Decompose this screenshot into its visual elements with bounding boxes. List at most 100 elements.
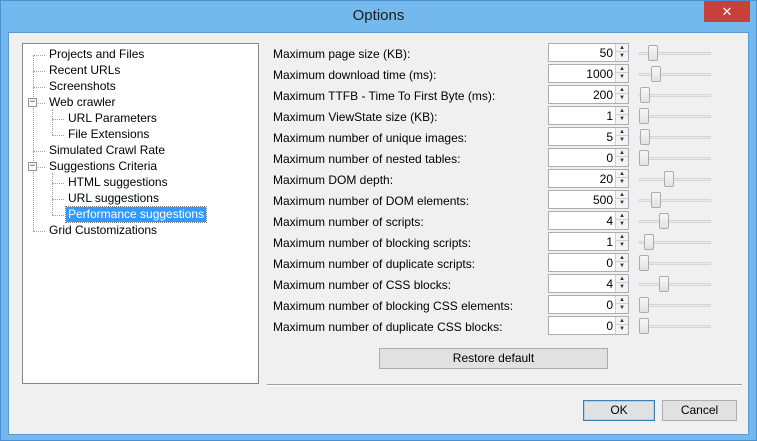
setting-slider[interactable]: [639, 108, 711, 124]
setting-spinbox[interactable]: 4 ▲ ▼: [548, 211, 629, 230]
spin-down-icon[interactable]: ▼: [616, 283, 628, 291]
spin-down-icon[interactable]: ▼: [616, 115, 628, 123]
slider-thumb[interactable]: [659, 213, 669, 229]
spin-down-icon[interactable]: ▼: [616, 94, 628, 102]
spin-up-icon[interactable]: ▲: [616, 191, 628, 199]
tree-item[interactable]: Simulated Crawl Rate: [47, 143, 167, 158]
spin-up-icon[interactable]: ▲: [616, 275, 628, 283]
tree-expander-icon[interactable]: −: [28, 98, 37, 107]
setting-slider[interactable]: [639, 87, 711, 103]
tree-item[interactable]: Suggestions Criteria: [47, 159, 159, 174]
spin-down-icon[interactable]: ▼: [616, 262, 628, 270]
slider-thumb[interactable]: [640, 129, 650, 145]
setting-slider[interactable]: [639, 129, 711, 145]
spin-up-icon[interactable]: ▲: [616, 107, 628, 115]
slider-thumb[interactable]: [639, 108, 649, 124]
slider-thumb[interactable]: [659, 276, 669, 292]
setting-value[interactable]: 500: [593, 193, 613, 207]
spin-up-icon[interactable]: ▲: [616, 212, 628, 220]
setting-slider[interactable]: [639, 213, 711, 229]
setting-spinbox[interactable]: 0 ▲ ▼: [548, 295, 629, 314]
tree-item[interactable]: HTML suggestions: [66, 175, 170, 190]
slider-thumb[interactable]: [640, 87, 650, 103]
setting-spinbox[interactable]: 0 ▲ ▼: [548, 253, 629, 272]
setting-spinbox[interactable]: 20 ▲ ▼: [548, 169, 629, 188]
spin-down-icon[interactable]: ▼: [616, 73, 628, 81]
tree-item[interactable]: Grid Customizations: [47, 223, 159, 238]
setting-value[interactable]: 0: [606, 298, 613, 312]
setting-value[interactable]: 5: [606, 130, 613, 144]
slider-thumb[interactable]: [639, 318, 649, 334]
setting-value[interactable]: 50: [600, 46, 613, 60]
slider-thumb[interactable]: [664, 171, 674, 187]
tree-item[interactable]: URL Parameters: [66, 111, 159, 126]
spin-up-icon[interactable]: ▲: [616, 86, 628, 94]
tree-item[interactable]: File Extensions: [66, 127, 151, 142]
setting-value[interactable]: 1000: [586, 67, 613, 81]
setting-spinbox[interactable]: 1 ▲ ▼: [548, 106, 629, 125]
slider-thumb[interactable]: [639, 255, 649, 271]
slider-thumb[interactable]: [639, 150, 649, 166]
cancel-button[interactable]: Cancel: [662, 400, 737, 421]
spin-up-icon[interactable]: ▲: [616, 128, 628, 136]
spin-up-icon[interactable]: ▲: [616, 317, 628, 325]
spin-up-icon[interactable]: ▲: [616, 254, 628, 262]
setting-slider[interactable]: [639, 192, 711, 208]
spin-up-icon[interactable]: ▲: [616, 296, 628, 304]
slider-thumb[interactable]: [639, 297, 649, 313]
restore-default-button[interactable]: Restore default: [379, 348, 608, 369]
spin-down-icon[interactable]: ▼: [616, 199, 628, 207]
tree-item[interactable]: URL suggestions: [66, 191, 161, 206]
setting-value[interactable]: 0: [606, 151, 613, 165]
spin-down-icon[interactable]: ▼: [616, 136, 628, 144]
spin-down-icon[interactable]: ▼: [616, 241, 628, 249]
setting-slider[interactable]: [639, 171, 711, 187]
setting-value[interactable]: 0: [606, 319, 613, 333]
spin-down-icon[interactable]: ▼: [616, 157, 628, 165]
tree-expander-icon[interactable]: −: [28, 162, 37, 171]
options-tree-view[interactable]: Projects and Files Recent URLs Screenshots…: [22, 43, 259, 384]
setting-spinbox[interactable]: 500 ▲ ▼: [548, 190, 629, 209]
setting-spinbox[interactable]: 4 ▲ ▼: [548, 274, 629, 293]
spin-up-icon[interactable]: ▲: [616, 149, 628, 157]
setting-spinbox[interactable]: 1000 ▲ ▼: [548, 64, 629, 83]
ok-button[interactable]: OK: [583, 400, 655, 421]
setting-value[interactable]: 4: [606, 214, 613, 228]
setting-slider[interactable]: [639, 297, 711, 313]
spin-up-icon[interactable]: ▲: [616, 170, 628, 178]
close-button[interactable]: ✕: [704, 1, 750, 22]
setting-slider[interactable]: [639, 234, 711, 250]
spin-down-icon[interactable]: ▼: [616, 325, 628, 333]
slider-thumb[interactable]: [651, 192, 661, 208]
setting-slider[interactable]: [639, 66, 711, 82]
setting-slider[interactable]: [639, 45, 711, 61]
slider-thumb[interactable]: [644, 234, 654, 250]
spin-up-icon[interactable]: ▲: [616, 233, 628, 241]
setting-spinbox[interactable]: 200 ▲ ▼: [548, 85, 629, 104]
setting-value[interactable]: 20: [600, 172, 613, 186]
tree-item[interactable]: Web crawler: [47, 95, 117, 110]
spin-down-icon[interactable]: ▼: [616, 52, 628, 60]
spin-down-icon[interactable]: ▼: [616, 304, 628, 312]
setting-slider[interactable]: [639, 150, 711, 166]
setting-slider[interactable]: [639, 276, 711, 292]
tree-item[interactable]: Projects and Files: [47, 47, 146, 62]
spin-up-icon[interactable]: ▲: [616, 65, 628, 73]
setting-value[interactable]: 4: [606, 277, 613, 291]
spin-up-icon[interactable]: ▲: [616, 44, 628, 52]
setting-spinbox[interactable]: 1 ▲ ▼: [548, 232, 629, 251]
setting-spinbox[interactable]: 5 ▲ ▼: [548, 127, 629, 146]
spin-down-icon[interactable]: ▼: [616, 220, 628, 228]
setting-value[interactable]: 200: [593, 88, 613, 102]
setting-slider[interactable]: [639, 255, 711, 271]
tree-item[interactable]: Recent URLs: [47, 63, 122, 78]
setting-value[interactable]: 1: [606, 109, 613, 123]
setting-spinbox[interactable]: 0 ▲ ▼: [548, 148, 629, 167]
slider-thumb[interactable]: [648, 45, 658, 61]
setting-value[interactable]: 1: [606, 235, 613, 249]
tree-item[interactable]: Screenshots: [47, 79, 118, 94]
spin-down-icon[interactable]: ▼: [616, 178, 628, 186]
setting-value[interactable]: 0: [606, 256, 613, 270]
tree-item[interactable]: Performance suggestions: [64, 206, 208, 223]
setting-spinbox[interactable]: 0 ▲ ▼: [548, 316, 629, 335]
